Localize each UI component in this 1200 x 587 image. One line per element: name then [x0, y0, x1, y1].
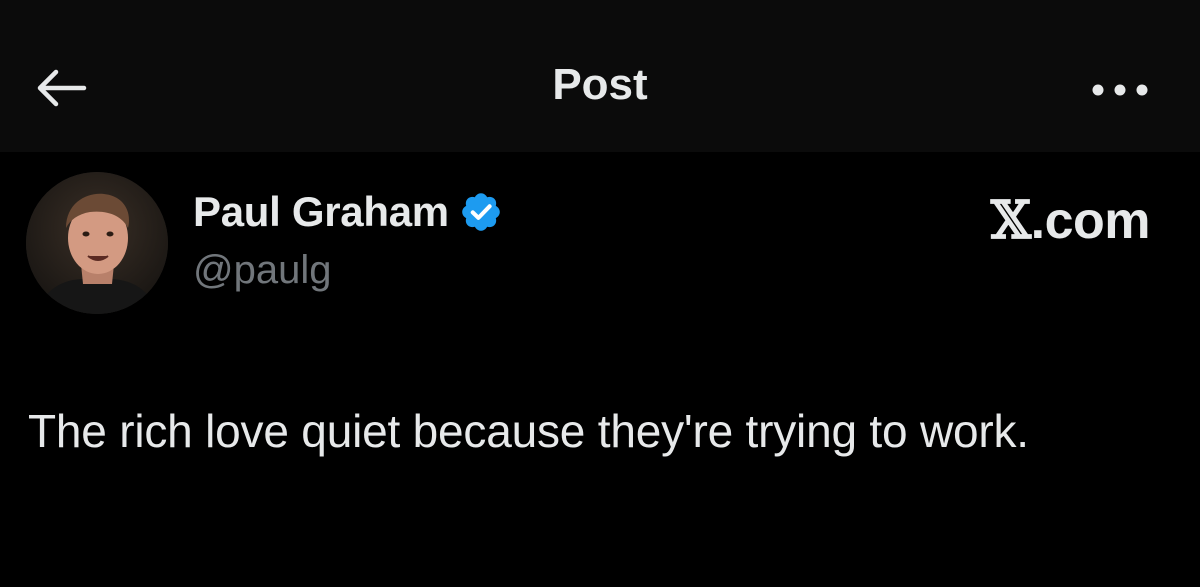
- avatar[interactable]: [26, 172, 168, 314]
- author-name[interactable]: Paul Graham: [193, 188, 449, 236]
- top-bar: Post: [0, 0, 1200, 152]
- brand-suffix: .com: [1030, 191, 1151, 250]
- post-text: The rich love quiet because they're tryi…: [28, 405, 1029, 457]
- brand-label: 𝕏 .com: [990, 190, 1151, 251]
- author-name-row: Paul Graham: [193, 188, 503, 236]
- ellipsis-icon: [1092, 84, 1148, 96]
- arrow-left-icon: [37, 69, 87, 107]
- back-button[interactable]: [28, 60, 92, 116]
- page-title: Post: [552, 60, 648, 109]
- verified-badge-icon: [462, 193, 500, 231]
- author-handle[interactable]: @paulg: [193, 248, 331, 293]
- x-logo-icon: 𝕏: [990, 190, 1031, 251]
- profile-photo: [26, 172, 168, 314]
- more-options-button[interactable]: [1080, 70, 1160, 110]
